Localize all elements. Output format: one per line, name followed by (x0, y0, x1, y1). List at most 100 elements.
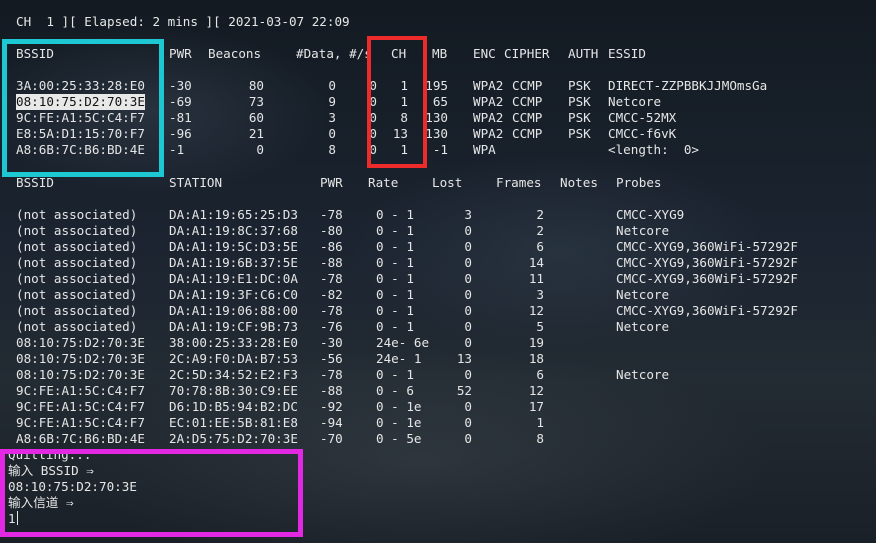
station-header-6: Notes (560, 175, 598, 190)
station-probes: CMCC-XYG9,360WiFi-57292F (616, 239, 798, 254)
station-mac: 2A:D5:75:D2:70:3E (169, 431, 298, 446)
station-rate: 0 - 1 (376, 367, 414, 382)
ap-beacons: 21 (248, 126, 264, 141)
station-lost: 0 (464, 415, 472, 430)
station-frames: 1 (536, 415, 544, 430)
ap-auth: PSK (568, 110, 591, 125)
station-pwr: -82 (320, 287, 343, 302)
ap-header-3: #Data, #/s (296, 46, 372, 61)
station-rate: 0 - 1e (376, 399, 422, 414)
station-bssid: 08:10:75:D2:70:3E (16, 335, 145, 350)
station-mac: DA:A1:19:8C:37:68 (169, 223, 298, 238)
ap-cipher: CCMP (512, 78, 543, 93)
station-bssid: A8:6B:7C:B6:BD:4E (16, 431, 145, 446)
ap-pwr: -30 (169, 78, 192, 93)
station-probes: CMCC-XYG9,360WiFi-57292F (616, 303, 798, 318)
station-frames: 6 (536, 239, 544, 254)
station-frames: 3 (536, 287, 544, 302)
station-lost: 0 (464, 271, 472, 286)
station-frames: 18 (528, 351, 544, 366)
ap-mb: 65 (432, 94, 448, 109)
station-pwr: -88 (320, 383, 343, 398)
ap-essid: Netcore (608, 94, 662, 109)
station-rate: 0 - 1 (376, 207, 414, 222)
station-frames: 6 (536, 367, 544, 382)
station-mac: D6:1D:B5:94:B2:DC (169, 399, 298, 414)
ap-essid: <length: 0> (608, 142, 699, 157)
station-mac: DA:A1:19:65:25:D3 (169, 207, 298, 222)
station-rate: 24e- 1 (376, 351, 422, 366)
station-frames: 11 (528, 271, 544, 286)
station-probes: Netcore (616, 287, 670, 302)
station-probes: CMCC-XYG9,360WiFi-57292F (616, 255, 798, 270)
station-mac: EC:01:EE:5B:81:E8 (169, 415, 298, 430)
ap-enc: WPA2 (473, 126, 504, 141)
station-probes: CMCC-XYG9 (616, 207, 685, 222)
channel-highlight-box (367, 36, 427, 168)
station-frames: 2 (536, 223, 544, 238)
station-mac: DA:A1:19:06:88:00 (169, 303, 298, 318)
station-bssid: (not associated) (16, 239, 138, 254)
ap-header-8: AUTH (568, 46, 599, 61)
station-pwr: -80 (320, 223, 343, 238)
station-lost: 0 (464, 319, 472, 334)
station-pwr: -94 (320, 415, 343, 430)
station-mac: 2C:A9:F0:DA:B7:53 (169, 351, 298, 366)
station-lost: 0 (464, 335, 472, 350)
station-mac: DA:A1:19:CF:9B:73 (169, 319, 298, 334)
ap-beacons: 60 (248, 110, 264, 125)
station-rate: 0 - 1 (376, 255, 414, 270)
station-mac: DA:A1:19:6B:37:5E (169, 255, 298, 270)
station-lost: 0 (464, 255, 472, 270)
station-rate: 0 - 1 (376, 287, 414, 302)
ap-header-2: Beacons (208, 46, 262, 61)
station-frames: 19 (528, 335, 544, 350)
station-bssid: 9C:FE:A1:5C:C4:F7 (16, 415, 145, 430)
station-pwr: -88 (320, 255, 343, 270)
station-pwr: -76 (320, 319, 343, 334)
ap-pwr: -1 (169, 142, 185, 157)
ap-beacons: 80 (248, 78, 264, 93)
station-pwr: -30 (320, 335, 343, 350)
station-bssid: (not associated) (16, 271, 138, 286)
ap-data: 9 (328, 94, 336, 109)
ap-enc: WPA (473, 142, 496, 157)
station-lost: 3 (464, 207, 472, 222)
station-frames: 8 (536, 431, 544, 446)
station-lost: 0 (464, 431, 472, 446)
ap-header-9: ESSID (608, 46, 646, 61)
status-line: CH 1 ][ Elapsed: 2 mins ][ 2021-03-07 22… (16, 14, 350, 29)
station-pwr: -56 (320, 351, 343, 366)
station-header-0: BSSID (16, 175, 54, 190)
station-header-2: PWR (320, 175, 343, 190)
ap-data: 0 (328, 78, 336, 93)
station-pwr: -78 (320, 367, 343, 382)
station-rate: 0 - 6 (376, 383, 414, 398)
ap-header-7: CIPHER (504, 46, 550, 61)
station-frames: 14 (528, 255, 544, 270)
ap-mb: 130 (425, 126, 448, 141)
station-mac: DA:A1:19:E1:DC:0A (169, 271, 298, 286)
ap-header-6: ENC (473, 46, 496, 61)
station-pwr: -78 (320, 207, 343, 222)
station-mac: DA:A1:19:3F:C6:C0 (169, 287, 298, 302)
ap-pwr: -69 (169, 94, 192, 109)
station-bssid: (not associated) (16, 287, 138, 302)
station-frames: 12 (528, 303, 544, 318)
station-rate: 0 - 5e (376, 431, 422, 446)
ap-essid: CMCC-52MX (608, 110, 677, 125)
station-bssid: (not associated) (16, 303, 138, 318)
station-lost: 13 (456, 351, 472, 366)
station-probes: CMCC-XYG9,360WiFi-57292F (616, 271, 798, 286)
ap-cipher: CCMP (512, 126, 543, 141)
station-frames: 5 (536, 319, 544, 334)
ap-data: 3 (328, 110, 336, 125)
station-lost: 0 (464, 399, 472, 414)
station-lost: 0 (464, 287, 472, 302)
station-frames: 12 (528, 383, 544, 398)
station-lost: 0 (464, 239, 472, 254)
ap-cipher: CCMP (512, 110, 543, 125)
ap-data: 0 (328, 126, 336, 141)
ap-enc: WPA2 (473, 110, 504, 125)
ap-pwr: -81 (169, 110, 192, 125)
